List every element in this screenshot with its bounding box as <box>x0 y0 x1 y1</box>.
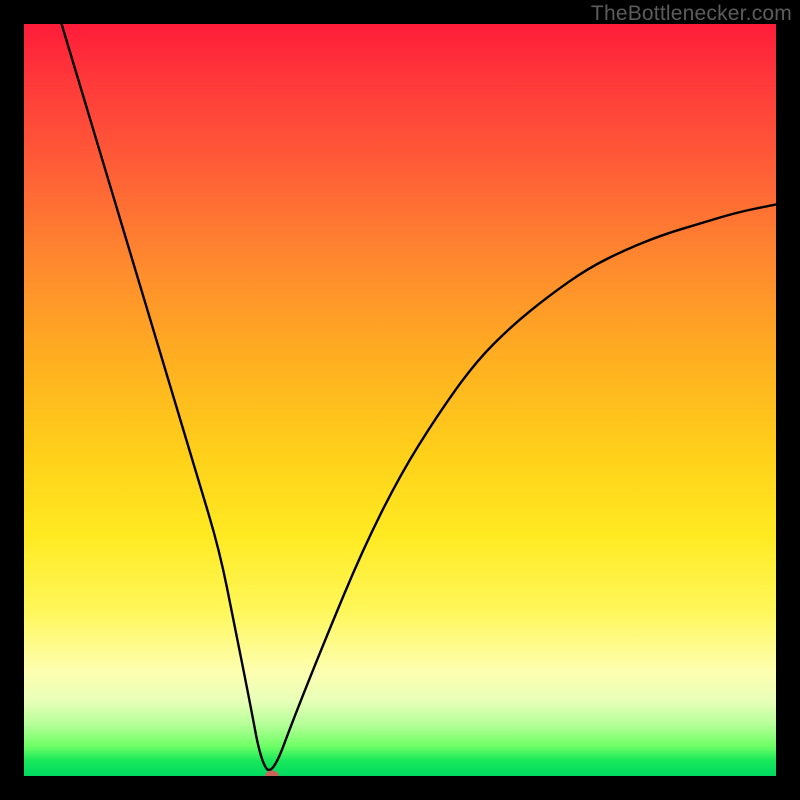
curve-svg <box>24 24 776 776</box>
plot-area <box>24 24 776 776</box>
bottleneck-curve <box>62 24 776 770</box>
watermark-text: TheBottlenecker.com <box>591 2 792 26</box>
optimal-point-marker <box>265 771 279 777</box>
chart-frame: TheBottlenecker.com <box>0 0 800 800</box>
